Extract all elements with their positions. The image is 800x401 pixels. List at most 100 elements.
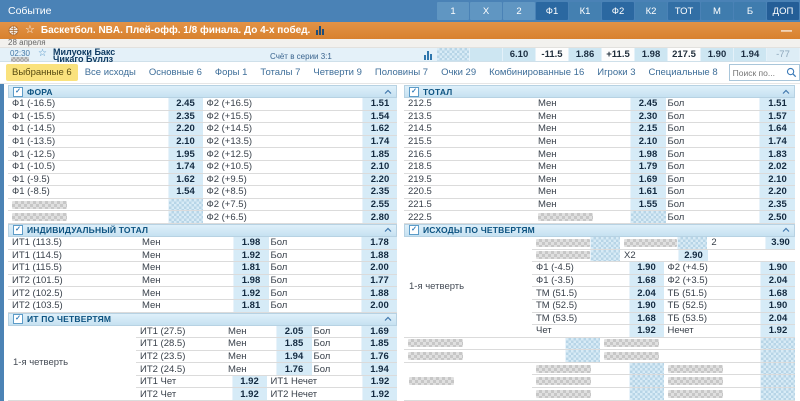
search-box[interactable] [729, 64, 800, 81]
event-odds-cell[interactable]: 217.5 [668, 48, 700, 61]
odds-cell[interactable]: 1.57 [759, 111, 795, 123]
odds-cell[interactable]: 2.20 [362, 174, 397, 186]
odds-cell[interactable]: 1.78 [361, 237, 397, 249]
market-tab[interactable]: Форы 1 [209, 64, 254, 81]
market-tab[interactable]: Игроки 3 [591, 64, 641, 81]
odds-cell[interactable]: 1.95 [168, 148, 203, 160]
odds-cell[interactable]: 2.05 [276, 326, 312, 338]
odds-cell[interactable]: 2.35 [362, 186, 397, 198]
odds-cell[interactable]: 2.35 [168, 111, 203, 123]
market-tab[interactable]: Специальные 8 [643, 64, 724, 81]
odds-cell[interactable]: 1.88 [361, 250, 397, 262]
section-checkbox[interactable]: ✓ [13, 225, 23, 235]
market-tab[interactable]: Выбранные 6 [6, 64, 78, 81]
odds-cell[interactable]: 1.51 [759, 98, 795, 110]
odds-cell[interactable]: 1.69 [630, 174, 666, 186]
favorite-star-icon[interactable]: ☆ [38, 49, 47, 59]
section-header[interactable]: ✓ИТ ПО ЧЕТВЕРТЯМ [8, 313, 397, 326]
market-tab[interactable]: Тоталы 7 [254, 64, 306, 81]
odds-cell[interactable]: 1.94 [276, 351, 312, 363]
odds-cell[interactable]: 1.51 [362, 98, 397, 110]
event-odds-cell[interactable]: -11.5 [536, 48, 568, 61]
event-odds-cell[interactable]: 1.86 [569, 48, 601, 61]
odds-cell[interactable]: 2.50 [759, 211, 795, 223]
chevron-up-icon[interactable] [782, 227, 790, 233]
bar-chart-icon[interactable] [424, 51, 432, 60]
odds-cell[interactable]: 2.02 [759, 161, 795, 173]
event-odds-cell[interactable] [470, 48, 502, 61]
odds-cell[interactable]: 1.81 [233, 300, 269, 312]
section-header[interactable]: ✓ИНДИВИДУАЛЬНЫЙ ТОТАЛ [8, 224, 397, 237]
odds-cell[interactable] [760, 338, 795, 350]
odds-cell[interactable] [565, 350, 600, 362]
odds-cell[interactable]: 2.80 [362, 211, 397, 223]
chevron-up-icon[interactable] [384, 316, 392, 322]
odds-cell[interactable] [590, 250, 620, 262]
odds-cell[interactable]: 1.92 [629, 325, 664, 337]
odds-cell[interactable]: 1.85 [361, 338, 397, 350]
favorite-star-icon[interactable]: ☆ [25, 25, 35, 36]
odds-cell[interactable]: 2.04 [760, 313, 795, 325]
stats-bars-icon[interactable] [316, 26, 324, 35]
odds-cell[interactable]: 2.35 [759, 199, 795, 211]
team-names[interactable]: Милуоки Бакс Чикаго Буллз [53, 49, 115, 62]
chevron-up-icon[interactable] [384, 89, 392, 95]
odds-cell[interactable]: 2.00 [361, 262, 397, 274]
odds-cell[interactable]: 1.54 [168, 186, 203, 198]
odds-cell[interactable]: 2.00 [361, 300, 397, 312]
odds-cell[interactable]: 1.92 [232, 388, 267, 400]
odds-cell[interactable]: 2.20 [168, 123, 203, 135]
odds-cell[interactable] [760, 388, 795, 400]
odds-cell[interactable]: 2.30 [630, 111, 666, 123]
odds-cell[interactable]: 1.76 [276, 363, 312, 375]
odds-cell[interactable]: 1.55 [630, 199, 666, 211]
odds-cell[interactable] [168, 199, 203, 211]
odds-cell[interactable]: 2.04 [629, 287, 664, 299]
odds-cell[interactable] [760, 363, 795, 375]
odds-cell[interactable]: 1.98 [233, 237, 269, 249]
odds-cell[interactable]: 1.90 [760, 300, 795, 312]
odds-cell[interactable]: 1.85 [276, 338, 312, 350]
odds-cell[interactable]: 2.20 [759, 186, 795, 198]
odds-cell[interactable]: 1.90 [629, 300, 664, 312]
section-header[interactable]: ✓ФОРА [8, 85, 397, 98]
odds-cell[interactable]: 1.98 [630, 148, 666, 160]
odds-cell[interactable]: 1.98 [233, 275, 269, 287]
odds-cell[interactable]: 1.61 [630, 186, 666, 198]
odds-cell[interactable] [629, 363, 664, 375]
odds-cell[interactable] [565, 338, 600, 350]
event-odds-cell[interactable]: 1.98 [635, 48, 667, 61]
odds-cell[interactable]: 1.88 [361, 287, 397, 299]
odds-cell[interactable]: 2.55 [362, 199, 397, 211]
market-tab[interactable]: Все исходы [79, 64, 142, 81]
section-checkbox[interactable]: ✓ [409, 87, 419, 97]
odds-cell[interactable]: 1.68 [629, 313, 664, 325]
odds-cell[interactable]: 1.92 [233, 250, 269, 262]
odds-cell[interactable]: 1.92 [232, 376, 267, 388]
odds-cell[interactable] [590, 237, 620, 249]
event-odds-cell[interactable] [437, 48, 469, 61]
left-scrollbar[interactable] [0, 84, 4, 401]
odds-cell[interactable]: 1.74 [168, 161, 203, 173]
odds-cell[interactable]: 1.62 [168, 174, 203, 186]
odds-cell[interactable]: 1.83 [759, 148, 795, 160]
odds-cell[interactable]: 1.74 [362, 136, 397, 148]
odds-cell[interactable]: 2.45 [168, 98, 203, 110]
odds-cell[interactable]: 1.62 [362, 123, 397, 135]
odds-cell[interactable]: 1.68 [760, 287, 795, 299]
odds-cell[interactable]: 1.92 [233, 287, 269, 299]
odds-cell[interactable]: 2.10 [759, 174, 795, 186]
chevron-up-icon[interactable] [384, 227, 392, 233]
odds-cell[interactable] [629, 388, 664, 400]
event-odds-cell[interactable]: 1.94 [734, 48, 766, 61]
odds-cell[interactable]: 1.74 [759, 136, 795, 148]
odds-cell[interactable]: 2.15 [630, 123, 666, 135]
market-tab[interactable]: Основные 6 [143, 64, 208, 81]
odds-cell[interactable]: 1.92 [362, 376, 397, 388]
odds-cell[interactable]: 1.90 [760, 262, 795, 274]
odds-cell[interactable]: 1.69 [361, 326, 397, 338]
odds-cell[interactable]: 1.68 [629, 275, 664, 287]
league-bar[interactable]: ☆ Баскетбол. NBA. Плей-офф. 1/8 финала. … [0, 22, 800, 39]
odds-cell[interactable]: 2.10 [168, 136, 203, 148]
odds-cell[interactable]: 1.90 [629, 262, 664, 274]
